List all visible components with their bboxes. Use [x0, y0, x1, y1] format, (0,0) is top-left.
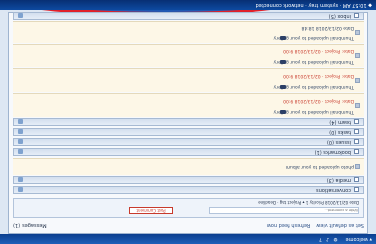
user-menu[interactable]: ▾ welcome: [346, 236, 372, 242]
group-tasks[interactable]: tasks (0): [13, 128, 364, 136]
taskbar-text: ◆ 10:57 AM · system tray · network conne…: [255, 2, 372, 8]
group-label: team (4): [329, 119, 351, 125]
group-inbox[interactable]: inbox (5): [13, 12, 364, 20]
expand-icon[interactable]: [18, 187, 23, 193]
expand-icon[interactable]: [18, 149, 23, 155]
folder-icon: [354, 187, 359, 193]
gear-icon[interactable]: ⚙: [333, 236, 337, 242]
link-icon[interactable]: [280, 60, 286, 64]
notification-date: Date 02/13/2018 18:48: [301, 25, 354, 30]
footer-row: Set as default view Refresh feed now Mes…: [13, 220, 364, 230]
group-label: tasks (0): [329, 129, 351, 135]
bell-icon[interactable]: ♪: [326, 236, 329, 242]
group-conversations[interactable]: conversations: [13, 186, 364, 194]
default-view-link[interactable]: Set as default view: [316, 222, 364, 228]
compose-box: Post Comment Date 02/13/2018 Priority 1 …: [13, 198, 364, 218]
folder-icon: [354, 119, 359, 125]
notification-meta: Date: Project · 02/13/2018 9:00: [283, 73, 354, 78]
link-icon[interactable]: [280, 110, 286, 114]
group-bookmarks[interactable]: bookmarks (1): [13, 148, 364, 156]
taskbar: ◆ 10:57 AM · system tray · network conne…: [0, 0, 376, 10]
comment-input[interactable]: [209, 207, 359, 214]
messages-count: (1): [13, 222, 21, 228]
link-icon[interactable]: [280, 85, 286, 89]
messages-label[interactable]: Messages: [22, 222, 47, 228]
expand-icon[interactable]: [18, 139, 23, 145]
notification-item[interactable]: Thumbnail uploaded to your gallery Date:…: [13, 93, 364, 117]
expand-icon[interactable]: [18, 177, 23, 183]
expand-icon[interactable]: [18, 119, 23, 125]
folder-icon: [354, 177, 359, 183]
expand-icon[interactable]: [18, 129, 23, 135]
avatar: [355, 164, 360, 169]
folder-icon: [354, 139, 359, 145]
window-titlebar: ▾ welcome ⚙ ♪ ?: [0, 234, 376, 244]
group-label: media (3): [326, 177, 351, 183]
avatar: [355, 78, 360, 83]
media-text: photo uploaded to your album: [285, 164, 354, 169]
folder-icon: [354, 149, 359, 155]
notification-meta: Date: Project · 02/13/2018 9:00: [283, 48, 354, 53]
notification-meta: Date: Project · 02/13/2018 9:00: [283, 98, 354, 103]
avatar: [355, 103, 360, 108]
group-label: conversations: [316, 187, 351, 193]
help-icon[interactable]: ?: [319, 236, 322, 242]
group-media[interactable]: media (3): [13, 176, 364, 184]
group-label: issues (0): [326, 139, 351, 145]
group-label: bookmarks (1): [314, 149, 351, 155]
post-comment-button[interactable]: Post Comment: [129, 207, 173, 214]
group-team[interactable]: team (4): [13, 118, 364, 126]
link-icon[interactable]: [280, 36, 286, 40]
notification-item[interactable]: Thumbnail uploaded to your gallery Date …: [13, 21, 364, 43]
mirrored-window: ▾ welcome ⚙ ♪ ? ◆ 10:57 AM · system tray…: [0, 0, 376, 244]
compose-options: Date 02/13/2018 Priority 1 ▾ Project tag…: [258, 200, 359, 205]
avatar: [355, 53, 360, 58]
group-label: inbox (5): [328, 13, 351, 19]
notification-item[interactable]: Thumbnail uploaded to your gallery Date:…: [13, 44, 364, 67]
avatar: [355, 30, 360, 35]
folder-icon: [354, 13, 359, 19]
media-item[interactable]: photo uploaded to your album: [13, 158, 364, 175]
group-issues[interactable]: issues (0): [13, 138, 364, 146]
notification-item[interactable]: Thumbnail uploaded to your gallery Date:…: [13, 68, 364, 92]
refresh-link[interactable]: Refresh feed now: [267, 222, 310, 228]
screen: ▾ welcome ⚙ ♪ ? ◆ 10:57 AM · system tray…: [0, 0, 376, 244]
folder-icon: [354, 129, 359, 135]
expand-icon[interactable]: [18, 13, 23, 19]
